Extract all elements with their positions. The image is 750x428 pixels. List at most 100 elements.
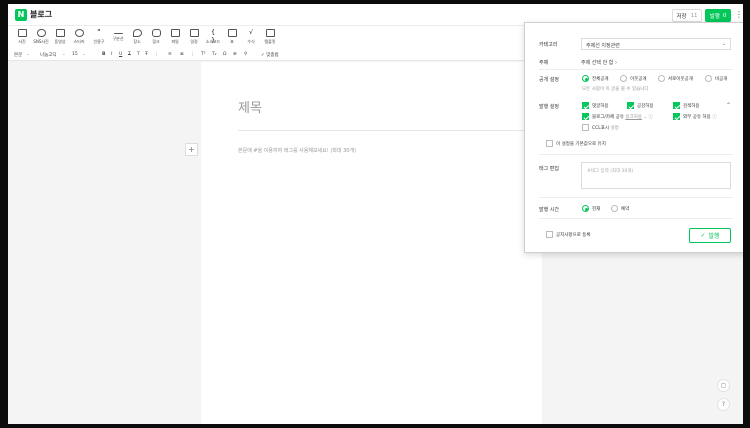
final-publish-button[interactable]: ✓ 발행 (689, 228, 731, 243)
editor-canvas[interactable]: 제목 본문에 #을 이용하여 태그를 사용해보세요! (최대 30개) (201, 62, 542, 424)
tool-divider[interactable]: 구분선 (108, 29, 128, 42)
category-label: 카테고리 (539, 42, 558, 48)
keep-default-checkbox[interactable] (546, 140, 553, 147)
time-option: 예약 (621, 207, 630, 212)
publish-button[interactable]: 발행 0 (705, 9, 731, 22)
bold-icon[interactable]: B (102, 52, 105, 57)
tool-photo[interactable]: 사진 (12, 29, 32, 45)
tool-quote[interactable]: “ 인용구 (89, 29, 109, 45)
ccl-checkbox[interactable] (582, 124, 589, 131)
hyperlink-icon[interactable]: ⊕ (233, 52, 237, 57)
strikethrough-icon[interactable]: T (128, 52, 131, 57)
visibility-mutual-radio[interactable] (658, 75, 665, 82)
ccl-settings-link[interactable]: 설정 (611, 126, 619, 131)
tag-input[interactable]: #태그 입력 (최대 30개) (581, 162, 731, 189)
italic-icon[interactable]: I (111, 52, 112, 57)
tool-formula[interactable]: √ 수식 (241, 29, 261, 45)
save-button[interactable]: 저장 11 (672, 9, 702, 22)
more-vertical-icon[interactable]: ⋮ (735, 10, 743, 19)
file-icon (170, 29, 180, 37)
chevron-right-icon: › (614, 60, 617, 66)
tool-label: 소스코드 (205, 39, 221, 44)
tool-calendar[interactable]: 일정 (184, 29, 204, 45)
body-input[interactable]: 본문에 #을 이용하여 태그를 사용해보세요! (최대 30개) (238, 147, 356, 154)
allow-likes-checkbox[interactable] (627, 102, 634, 109)
chevron-down-icon: ⌄ (643, 115, 648, 120)
divider (539, 218, 733, 219)
paragraph-style-select[interactable]: 본문 (14, 52, 22, 58)
visibility-option: 전체공개 (592, 77, 609, 82)
highlight-icon[interactable]: T̶ (145, 52, 148, 57)
setting-option: CCL표시 설정 (592, 125, 619, 131)
notice-checkbox[interactable] (546, 231, 553, 238)
visibility-note: 모든 사람이 이 글을 볼 수 있습니다 (582, 87, 649, 92)
final-publish-label: 발행 (708, 233, 720, 240)
time-schedule-radio[interactable] (611, 205, 618, 212)
chevron-down-icon: ⌄ (82, 52, 86, 57)
superscript-icon[interactable]: T² (201, 52, 206, 57)
font-select[interactable]: 나눔고딕 (40, 52, 57, 58)
chat-icon[interactable]: ▢ (717, 379, 730, 392)
setting-option-label: 블로그/카페 공유 (592, 115, 624, 120)
tag-label: 태그 편집 (539, 166, 559, 172)
title-divider (238, 130, 532, 131)
external-share-checkbox[interactable] (673, 113, 680, 120)
allow-search-checkbox[interactable] (673, 102, 680, 109)
chevron-up-icon[interactable]: ⌃ (726, 102, 731, 109)
help-icon[interactable]: ? (717, 398, 730, 411)
visibility-option: 이웃공개 (630, 77, 647, 82)
divider: | (156, 52, 158, 57)
subscript-icon[interactable]: T₂ (212, 52, 217, 57)
category-select[interactable]: 주제선 지정관련 ⌄ (581, 38, 731, 50)
tool-video[interactable]: 동영상 (50, 29, 70, 45)
visibility-neighbor-radio[interactable] (620, 75, 627, 82)
font-size-select[interactable]: 15 (72, 52, 78, 57)
share-link-option[interactable]: 링크허용 (625, 115, 642, 120)
topic-select[interactable]: 주제 선택 안 함 › (581, 59, 617, 66)
chevron-down-icon: ⌄ (721, 41, 726, 47)
calendar-icon (189, 29, 199, 37)
text-color-icon[interactable]: T (137, 52, 140, 57)
divider (539, 154, 733, 155)
brand-title: 블로그 (30, 10, 53, 19)
visibility-option: 서로이웃공개 (668, 77, 693, 82)
tool-label: 링크 (152, 39, 160, 44)
setting-option: 블로그/카페 공유 링크허용 ⌄ ⓘ (592, 114, 653, 120)
visibility-public-radio[interactable] (582, 75, 589, 82)
photo-icon (17, 29, 27, 37)
setting-option: 공감허용 (637, 104, 654, 109)
info-icon[interactable]: ⓘ (649, 115, 654, 120)
allow-comments-checkbox[interactable] (582, 102, 589, 109)
underline-icon[interactable]: U (119, 52, 122, 57)
align-icon[interactable]: ≡ (168, 52, 172, 57)
blog-cafe-share-checkbox[interactable] (582, 113, 589, 120)
title-input[interactable]: 제목 (238, 97, 262, 116)
spellcheck-label: 맞춤법 (266, 53, 279, 58)
tool-place[interactable]: 장소 (127, 29, 147, 45)
time-now-radio[interactable] (582, 205, 589, 212)
line-height-icon[interactable]: ≣ (180, 52, 184, 57)
video-icon (55, 29, 65, 37)
tool-table[interactable]: 표 (222, 29, 242, 45)
tool-link[interactable]: 링크 (146, 29, 166, 45)
tool-code[interactable]: { } 소스코드 (203, 29, 223, 45)
tool-sns-photo[interactable]: SNS사진 (31, 29, 51, 45)
tool-sticker[interactable]: 스티커 (69, 29, 89, 45)
topic-label: 주제 (539, 60, 549, 66)
time-option: 현재 (592, 207, 601, 212)
special-char-icon[interactable]: Ω (223, 52, 226, 57)
info-icon[interactable]: ⓘ (712, 115, 717, 120)
tool-label: 수식 (247, 39, 255, 44)
save-count: 11 (690, 12, 698, 19)
setting-option-label: CCL표시 (592, 126, 610, 131)
visibility-private-radio[interactable] (705, 75, 712, 82)
divider-icon (113, 29, 123, 34)
tool-label: 표 (230, 39, 234, 44)
add-component-button[interactable]: + (185, 143, 198, 156)
spellcheck-button[interactable]: ✓ 맞춤법 (261, 52, 279, 58)
tool-file[interactable]: 파일 (165, 29, 185, 45)
link-icon[interactable]: ⚲ (244, 52, 247, 57)
tool-template[interactable]: 템플릿 (260, 29, 280, 45)
blog-logo[interactable]: N (15, 9, 27, 21)
template-icon (265, 29, 275, 37)
